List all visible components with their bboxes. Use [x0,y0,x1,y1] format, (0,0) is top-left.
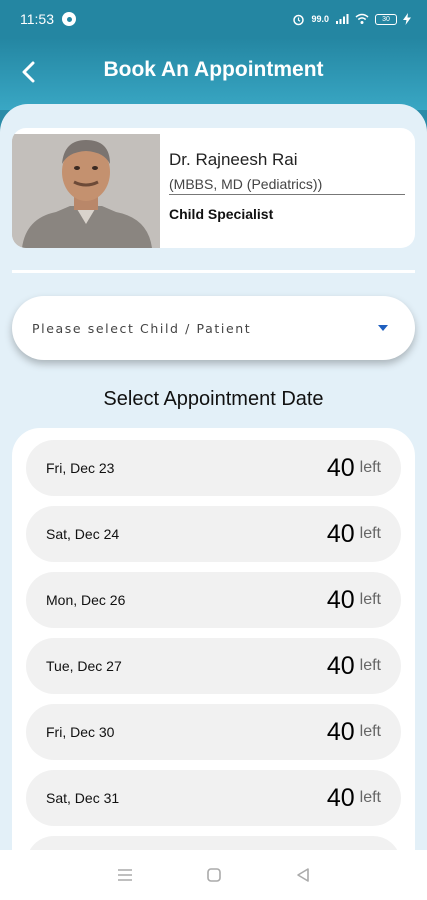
status-bar: 11:53 99.0 30 [0,0,427,38]
charging-icon [403,13,411,25]
slots-count: 40 [326,717,355,746]
battery-level: 30 [382,15,390,23]
main-content: Dr. Rajneesh Rai (MBBS, MD (Pediatrics))… [0,104,427,858]
home-square-icon [206,868,221,882]
battery-icon: 30 [375,13,397,25]
wifi-icon [355,13,369,24]
notification-icon [62,12,76,26]
slots-left-label: left [359,723,381,740]
date-row[interactable]: Sat, Dec 24 40 left [26,506,401,562]
slots-count: 40 [326,783,355,812]
slots-left-label: left [359,591,381,608]
doctor-avatar-icon [12,134,160,248]
doctor-card: Dr. Rajneesh Rai (MBBS, MD (Pediatrics))… [12,128,415,248]
date-label: Mon, Dec 26 [46,592,126,608]
back-nav-button[interactable] [291,863,315,887]
date-label: Fri, Dec 30 [46,724,115,740]
date-label: Tue, Dec 27 [46,658,122,674]
slots-left-label: left [359,459,381,476]
alarm-icon [293,14,305,25]
recent-apps-button[interactable] [113,863,137,887]
caret-down-icon [378,325,388,331]
slots-count: 40 [326,453,355,482]
page-title: Book An Appointment [103,58,324,81]
slots-left-label: left [359,525,381,542]
app-header: Book An Appointment [0,38,427,110]
patient-dropdown[interactable]: Please select Child / Patient [12,296,415,360]
status-icons: 99.0 30 [292,13,411,26]
slots-count: 40 [326,585,355,614]
system-nav-bar [0,850,427,900]
date-list: Fri, Dec 23 40 left Sat, Dec 24 40 left … [12,428,415,858]
triangle-back-icon [296,868,309,882]
divider [12,270,415,273]
slots-count: 40 [326,519,355,548]
date-row[interactable]: Fri, Dec 30 40 left [26,704,401,760]
patient-dropdown-placeholder: Please select Child / Patient [32,320,252,336]
date-label: Fri, Dec 23 [46,460,115,476]
home-button[interactable] [202,863,226,887]
doctor-name: Dr. Rajneesh Rai [169,150,298,169]
doctor-photo [12,134,160,248]
doctor-specialty: Child Specialist [169,206,274,222]
slots-count: 40 [326,651,355,680]
date-row[interactable]: Sat, Dec 31 40 left [26,770,401,826]
section-title: Select Appointment Date [103,388,324,410]
network-speed: 99.0 [311,14,329,24]
date-row[interactable]: Mon, Dec 26 40 left [26,572,401,628]
status-time: 11:53 [20,11,54,27]
signal-icon [336,14,349,24]
date-row[interactable]: Fri, Dec 23 40 left [26,440,401,496]
slots-left-label: left [359,657,381,674]
date-label: Sat, Dec 31 [46,790,120,806]
date-label: Sat, Dec 24 [46,526,120,542]
date-row[interactable]: Tue, Dec 27 40 left [26,638,401,694]
slots-left-label: left [359,789,381,806]
menu-icon [117,869,132,881]
doctor-degree: (MBBS, MD (Pediatrics)) [169,176,405,195]
